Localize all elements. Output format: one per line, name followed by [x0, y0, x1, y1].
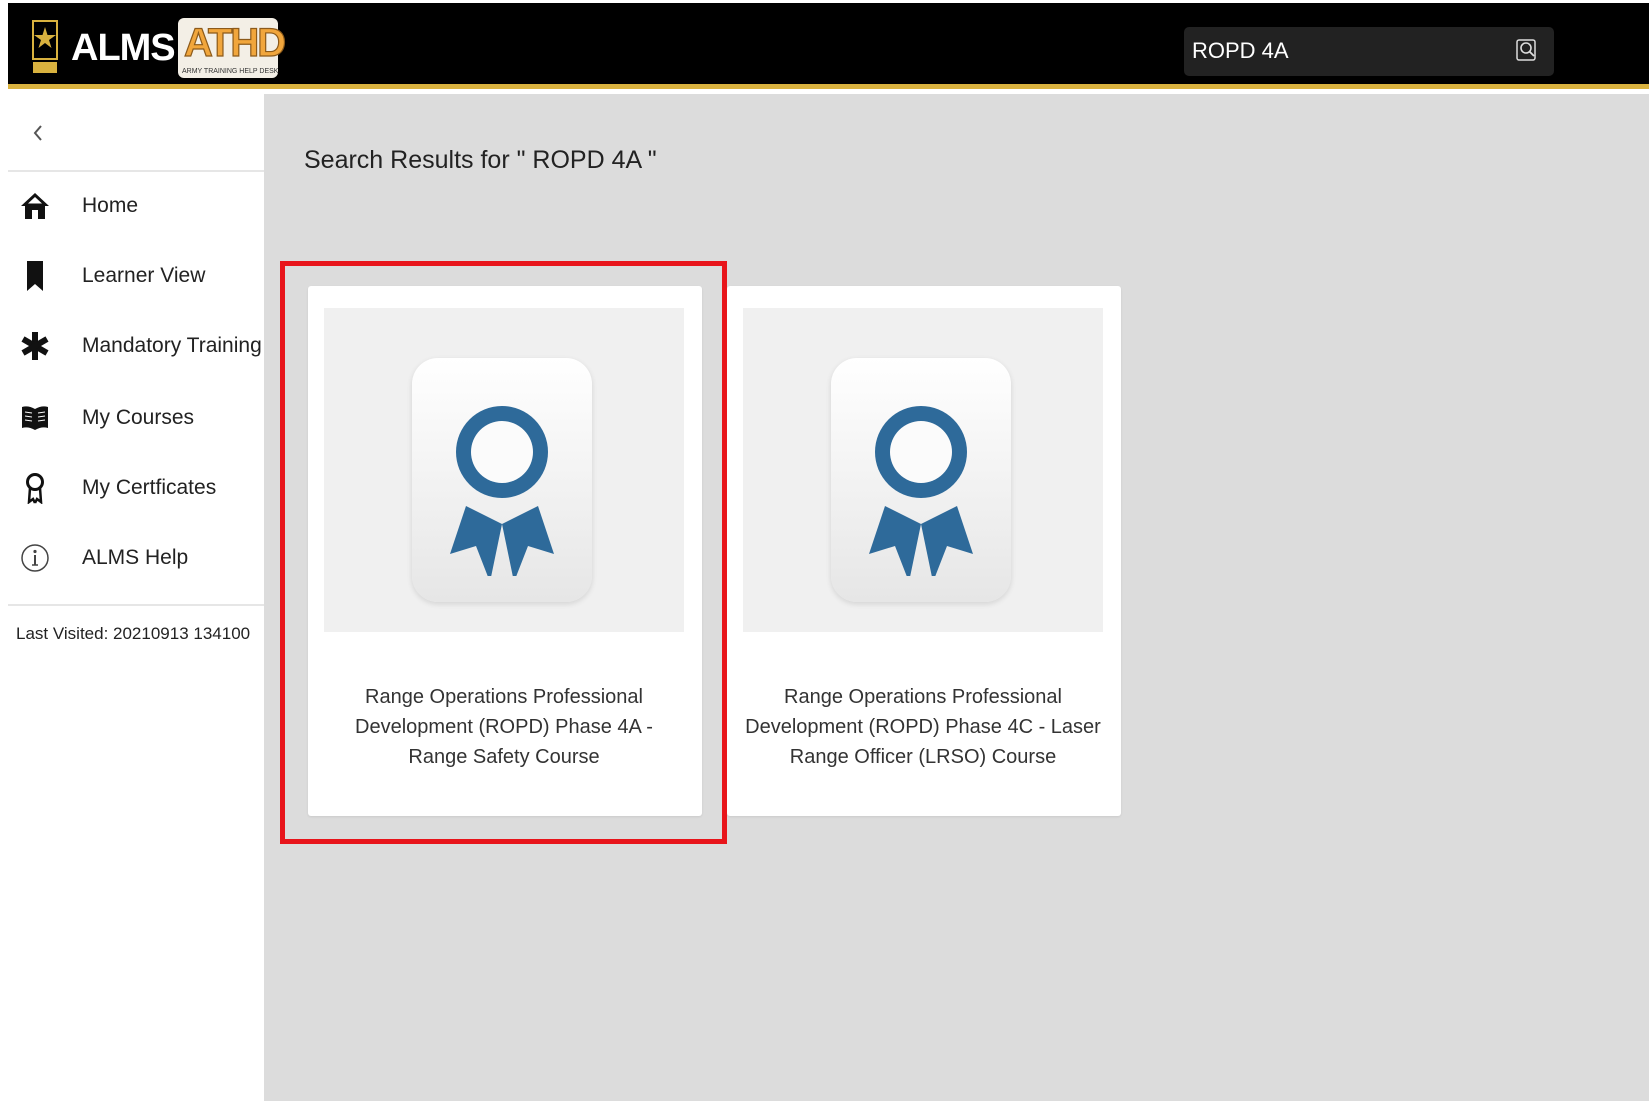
sidebar-divider — [8, 170, 264, 172]
book-icon — [20, 402, 50, 434]
course-thumbnail — [743, 308, 1103, 632]
army-logo[interactable] — [31, 19, 59, 75]
page-title: Search Results for " ROPD 4A " — [304, 146, 657, 174]
course-card[interactable]: Range Operations Professional Developmen… — [308, 286, 702, 816]
search-input[interactable] — [1192, 33, 1502, 69]
ribbon-icon — [20, 472, 50, 504]
home-icon — [20, 190, 50, 222]
sidebar-item-label: Home — [82, 194, 139, 217]
help-desk-logo[interactable]: ATHD ARMY TRAINING HELP DESK — [178, 18, 287, 78]
sidebar-item-label: Mandatory Training — [82, 334, 262, 357]
course-thumbnail — [324, 308, 684, 632]
sidebar-item-label: Learner View — [82, 264, 206, 287]
top-bar: ALMS ATHD ARMY TRAINING HELP DESK — [8, 3, 1649, 89]
search-icon[interactable] — [1516, 39, 1538, 63]
course-title[interactable]: Range Operations Professional Developmen… — [743, 682, 1103, 772]
main-content: Search Results for " ROPD 4A " Range Ope… — [264, 94, 1649, 1101]
search-box — [1184, 27, 1554, 76]
course-title[interactable]: Range Operations Professional Developmen… — [324, 682, 684, 772]
sidebar: Home Learner View Mandatory Training My … — [8, 94, 264, 1101]
last-visited-text: Last Visited: 20210913 134100 — [16, 624, 251, 643]
sidebar-item-mandatory-training[interactable]: Mandatory Training — [8, 316, 264, 376]
sidebar-item-home[interactable]: Home — [8, 176, 264, 236]
sidebar-item-alms-help[interactable]: ALMS Help — [8, 528, 264, 588]
sidebar-divider — [8, 604, 264, 606]
sidebar-item-my-certificates[interactable]: My Certficates — [8, 458, 264, 518]
chevron-left-icon[interactable] — [30, 122, 46, 144]
asterisk-icon — [20, 330, 50, 362]
sidebar-item-label: My Certficates — [82, 476, 217, 499]
bookmark-icon — [20, 260, 50, 292]
course-card[interactable]: Range Operations Professional Developmen… — [727, 286, 1121, 816]
sidebar-item-learner-view[interactable]: Learner View — [8, 246, 264, 306]
sidebar-item-label: My Courses — [82, 406, 195, 429]
award-ribbon-icon — [412, 358, 592, 602]
brand-title[interactable]: ALMS — [71, 27, 176, 70]
app-frame: ALMS ATHD ARMY TRAINING HELP DESK ROPD 4… — [8, 3, 1649, 1101]
award-ribbon-icon — [831, 358, 1011, 602]
help-desk-caption: ARMY TRAINING HELP DESK — [182, 68, 279, 75]
sidebar-item-my-courses[interactable]: My Courses — [8, 388, 264, 448]
info-icon — [20, 542, 50, 574]
sidebar-item-label: ALMS Help — [82, 546, 189, 569]
help-desk-logo-text: ATHD — [183, 20, 286, 65]
